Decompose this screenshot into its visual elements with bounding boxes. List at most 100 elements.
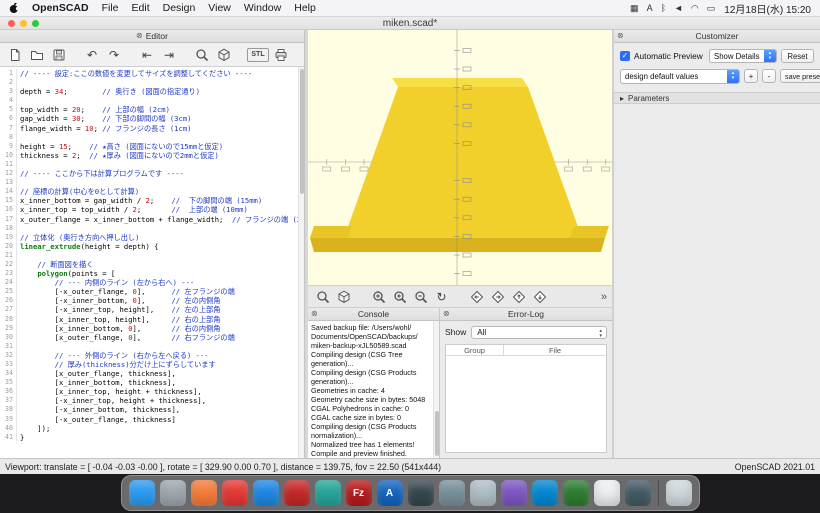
- preset-select[interactable]: design default values ▲▼: [620, 69, 740, 84]
- dock-app-green[interactable]: [563, 480, 589, 506]
- dock-app-gray[interactable]: [470, 480, 496, 506]
- dock-launchpad[interactable]: [160, 480, 186, 506]
- code-line[interactable]: 27 [-x_inner_top, height], // 左の上部角: [0, 305, 298, 314]
- remove-preset-button[interactable]: -: [762, 69, 776, 83]
- code-line[interactable]: 20linear_extrude(height = depth) {: [0, 242, 298, 251]
- code-line[interactable]: 15x_inner_bottom = gap_width / 2; // 下の脚…: [0, 196, 298, 205]
- vp-zoom-all-button[interactable]: [369, 287, 388, 306]
- code-line[interactable]: 19// 立体化 (奥行き方向へ押し出し): [0, 233, 298, 242]
- menu-design[interactable]: Design: [163, 2, 196, 14]
- code-line[interactable]: 23 polygon(points = [: [0, 269, 298, 278]
- apple-menu[interactable]: [9, 2, 19, 14]
- vp-render-button[interactable]: [334, 287, 353, 306]
- code-line[interactable]: 2: [0, 78, 298, 87]
- vp-zoom-out-button[interactable]: [411, 287, 430, 306]
- code-line[interactable]: 13: [0, 178, 298, 187]
- column-header-group[interactable]: Group: [446, 345, 504, 355]
- window-titlebar[interactable]: miken.scad*: [0, 17, 820, 30]
- code-line[interactable]: 8: [0, 133, 298, 142]
- parameters-section-header[interactable]: ▸ Parameters: [614, 92, 820, 104]
- undock-icon[interactable]: ⊗: [617, 32, 624, 40]
- code-line[interactable]: 16x_inner_top = top_width / 2; // 上部の端 (…: [0, 205, 298, 214]
- undo-button[interactable]: ↶: [82, 45, 102, 65]
- console-output[interactable]: Saved backup file: /Users/wohl/Documents…: [308, 321, 433, 458]
- code-line[interactable]: 14// 座標の計算(中心を0として計算): [0, 187, 298, 196]
- save-button[interactable]: [49, 45, 69, 65]
- code-line[interactable]: 32 // --- 外側のライン (右から左へ戻る) ---: [0, 351, 298, 360]
- reset-button[interactable]: Reset: [781, 49, 814, 63]
- dock-trash[interactable]: [666, 480, 692, 506]
- 3d-viewport[interactable]: [308, 30, 612, 285]
- code-line[interactable]: 29 [x_inner_bottom, 0], // 右の内側角: [0, 324, 298, 333]
- open-button[interactable]: [27, 45, 47, 65]
- vp-view-right-button[interactable]: [488, 287, 507, 306]
- battery-icon[interactable]: ▭: [707, 3, 716, 14]
- code-line[interactable]: 24 // --- 内側のライン (左から右へ) ---: [0, 278, 298, 287]
- code-line[interactable]: 36 [x_inner_top, height + thickness],: [0, 387, 298, 396]
- code-line[interactable]: 26 [-x_inner_bottom, 0], // 左の内側角: [0, 296, 298, 305]
- code-line[interactable]: 40 ]);: [0, 424, 298, 433]
- console-panel-header[interactable]: ⊗ Console: [308, 308, 439, 321]
- code-line[interactable]: 35 [x_inner_bottom, thickness],: [0, 378, 298, 387]
- vp-more-button[interactable]: »: [601, 291, 607, 303]
- code-line[interactable]: 21: [0, 251, 298, 260]
- unindent-button[interactable]: ⇤: [137, 45, 157, 65]
- code-line[interactable]: 28 [x_inner_top, height], // 右の上部角: [0, 315, 298, 324]
- code-line[interactable]: 7flange_width = 10; // フランジの長さ (1cm): [0, 124, 298, 133]
- bluetooth-icon[interactable]: ᛒ: [661, 3, 666, 13]
- print-button[interactable]: [271, 45, 291, 65]
- vp-view-top-button[interactable]: [509, 287, 528, 306]
- dock-app-red[interactable]: [222, 480, 248, 506]
- preview-button[interactable]: [192, 45, 212, 65]
- menu-view[interactable]: View: [208, 2, 231, 14]
- code-line[interactable]: 30 [x_outer_flange, 0], // 右フランジの端: [0, 333, 298, 342]
- editor-scrollbar[interactable]: [298, 67, 304, 458]
- menu-file[interactable]: File: [102, 2, 119, 14]
- vp-view-bottom-button[interactable]: [530, 287, 549, 306]
- code-line[interactable]: 11: [0, 160, 298, 169]
- dock-app-a[interactable]: A: [377, 480, 403, 506]
- vp-zoom-in-button[interactable]: [390, 287, 409, 306]
- editor-scrollbar-thumb[interactable]: [300, 69, 304, 194]
- code-line[interactable]: 22 // 断面図を描く: [0, 260, 298, 269]
- code-line[interactable]: 34 [x_outer_flange, thickness],: [0, 369, 298, 378]
- vp-preview-button[interactable]: [313, 287, 332, 306]
- code-line[interactable]: 37 [-x_inner_top, height + thickness],: [0, 396, 298, 405]
- console-scrollbar[interactable]: [433, 321, 439, 458]
- render-button[interactable]: [214, 45, 234, 65]
- code-line[interactable]: 17x_outer_flange = x_inner_bottom + flan…: [0, 215, 298, 224]
- wifi-icon[interactable]: ◠: [691, 3, 699, 14]
- ime-icon[interactable]: A: [647, 3, 653, 13]
- display-icon[interactable]: ▦: [630, 3, 639, 14]
- details-select[interactable]: Show Details ▲▼: [709, 49, 777, 63]
- code-line[interactable]: 3depth = 34; // 奥行き (図面の指定通り): [0, 87, 298, 96]
- editor-panel-header[interactable]: ⊗ Editor: [0, 30, 304, 43]
- dock-camera[interactable]: [439, 480, 465, 506]
- dock-app-white[interactable]: [594, 480, 620, 506]
- undock-icon[interactable]: ⊗: [311, 310, 318, 318]
- menu-openscad[interactable]: OpenSCAD: [32, 2, 89, 14]
- error-log-filter-select[interactable]: All ▲▼: [471, 326, 607, 339]
- dock-app-blue2[interactable]: [532, 480, 558, 506]
- error-log-panel-header[interactable]: ⊗ Error-Log: [440, 308, 612, 321]
- code-line[interactable]: 5top_width = 20; // 上部の幅 (2cm): [0, 105, 298, 114]
- add-preset-button[interactable]: +: [744, 69, 758, 83]
- dock-app-slate[interactable]: [625, 480, 651, 506]
- dock-filezilla[interactable]: Fz: [346, 480, 372, 506]
- code-line[interactable]: 25 [-x_outer_flange, 0], // 左フランジの端: [0, 287, 298, 296]
- menu-help[interactable]: Help: [294, 2, 316, 14]
- code-line[interactable]: 6gap_width = 30; // 下部の脚間の幅 (3cm): [0, 114, 298, 123]
- code-line[interactable]: 12// ---- ここから下は計算プログラムです ----: [0, 169, 298, 178]
- menu-window[interactable]: Window: [244, 2, 281, 14]
- undock-icon[interactable]: ⊗: [443, 310, 450, 318]
- console-scrollbar-thumb[interactable]: [435, 411, 439, 456]
- vp-view-left-button[interactable]: [467, 287, 486, 306]
- export-stl-button[interactable]: STL: [247, 48, 269, 62]
- code-line[interactable]: 41}: [0, 433, 298, 442]
- volume-icon[interactable]: ◄: [674, 3, 683, 13]
- dock-app-crimson[interactable]: [284, 480, 310, 506]
- column-header-file[interactable]: File: [504, 345, 606, 355]
- vp-reset-view-button[interactable]: ↻: [432, 287, 451, 306]
- dock-app-orange[interactable]: [191, 480, 217, 506]
- dock-finder[interactable]: [129, 480, 155, 506]
